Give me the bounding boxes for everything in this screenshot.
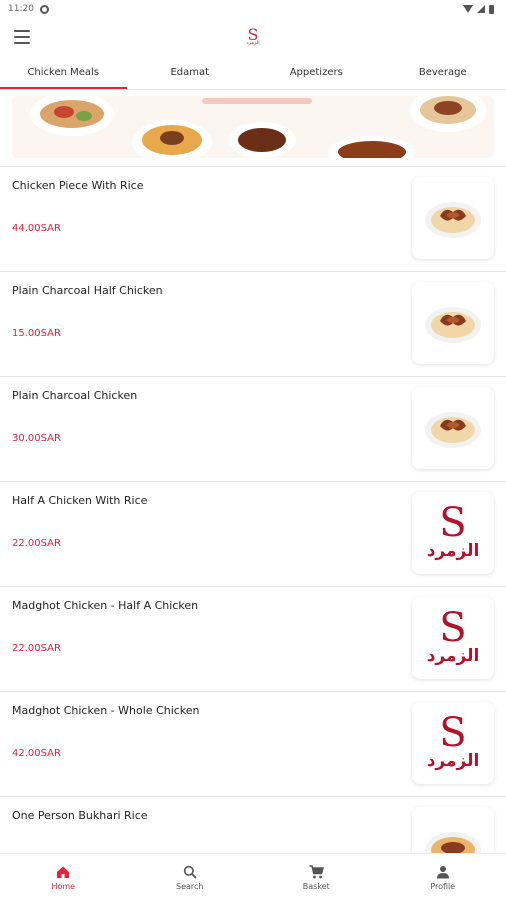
nav-home-label: Home bbox=[51, 881, 76, 891]
menu-item-price: 22.00SAR bbox=[12, 538, 61, 549]
menu-item-image bbox=[412, 387, 494, 469]
gear-icon bbox=[39, 4, 49, 14]
tab-appetizers[interactable]: Appetizers bbox=[253, 58, 380, 89]
menu-item-price: 30.00SAR bbox=[12, 433, 61, 444]
status-time: 11:20 bbox=[8, 4, 34, 14]
status-bar: 11:20 bbox=[0, 0, 506, 18]
search-icon bbox=[183, 864, 197, 880]
brand-letter: S bbox=[439, 605, 467, 651]
menu-item-image bbox=[412, 177, 494, 259]
menu-item-price: 15.00SAR bbox=[12, 328, 61, 339]
person-icon bbox=[436, 864, 450, 880]
brand-arabic: الزمرد bbox=[426, 751, 480, 771]
battery-icon bbox=[489, 4, 494, 14]
brand-logo: S الزمرد bbox=[412, 597, 494, 679]
nav-profile-label: Profile bbox=[430, 881, 456, 891]
chicken-rice-photo bbox=[425, 202, 481, 238]
tab-beverage[interactable]: Beverage bbox=[380, 58, 506, 89]
brand-arabic: الزمرد bbox=[426, 541, 480, 561]
brand-letter: S bbox=[439, 500, 467, 546]
nav-home[interactable]: Home bbox=[0, 854, 127, 900]
app-logo: S الزمرد bbox=[246, 26, 259, 46]
nav-profile[interactable]: Profile bbox=[380, 854, 506, 900]
wifi-icon bbox=[463, 5, 473, 13]
menu-item[interactable]: Chicken Piece With Rice 44.00SAR bbox=[0, 166, 506, 271]
cart-icon bbox=[309, 864, 324, 880]
menu-item-image bbox=[412, 282, 494, 364]
menu-item-list: Chicken Piece With Rice 44.00SAR Plain C… bbox=[0, 166, 506, 900]
brand-logo: S الزمرد bbox=[412, 492, 494, 574]
chicken-rice-photo bbox=[425, 307, 481, 343]
promo-banner[interactable] bbox=[12, 96, 494, 158]
brand-logo: S الزمرد bbox=[412, 702, 494, 784]
category-tabs: Chicken Meals Edamat Appetizers Beverage bbox=[0, 58, 506, 90]
tab-chicken-meals[interactable]: Chicken Meals bbox=[0, 58, 127, 89]
nav-basket-label: Basket bbox=[302, 881, 330, 891]
chicken-rice-photo bbox=[425, 412, 481, 448]
menu-item-price: 42.00SAR bbox=[12, 748, 61, 759]
tab-edamat[interactable]: Edamat bbox=[127, 58, 254, 89]
nav-basket[interactable]: Basket bbox=[253, 854, 380, 900]
menu-item[interactable]: Half A Chicken With Rice 22.00SAR S الزم… bbox=[0, 481, 506, 586]
brand-arabic: الزمرد bbox=[426, 646, 480, 666]
home-icon bbox=[56, 864, 70, 880]
signal-icon bbox=[477, 5, 485, 13]
menu-item-price: 44.00SAR bbox=[12, 223, 61, 234]
brand-letter: S bbox=[439, 710, 467, 756]
nav-search-label: Search bbox=[176, 881, 204, 891]
hamburger-menu-icon[interactable] bbox=[14, 30, 30, 44]
banner-food-image bbox=[12, 96, 494, 158]
menu-item[interactable]: Plain Charcoal Half Chicken 15.00SAR bbox=[0, 271, 506, 376]
status-right bbox=[463, 4, 494, 14]
menu-item[interactable]: Madghot Chicken - Half A Chicken 22.00SA… bbox=[0, 586, 506, 691]
status-left: 11:20 bbox=[8, 4, 49, 14]
nav-search[interactable]: Search bbox=[127, 854, 254, 900]
bottom-navigation: Home Search Basket Profile bbox=[0, 853, 506, 900]
menu-item[interactable]: Plain Charcoal Chicken 30.00SAR bbox=[0, 376, 506, 481]
logo-arabic-text: الزمرد bbox=[246, 40, 260, 46]
menu-item[interactable]: Madghot Chicken - Whole Chicken 42.00SAR… bbox=[0, 691, 506, 796]
menu-item-price: 22.00SAR bbox=[12, 643, 61, 654]
app-bar: S الزمرد bbox=[0, 18, 506, 58]
